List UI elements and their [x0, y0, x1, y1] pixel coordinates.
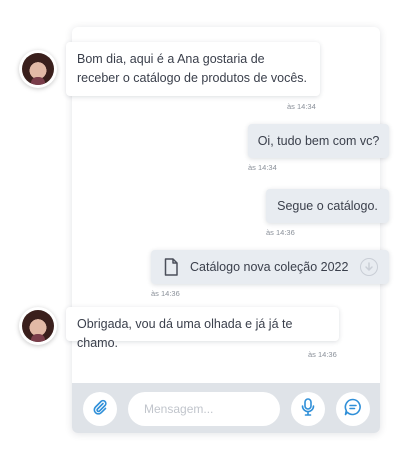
- outgoing-message: Segue o catálogo.: [266, 189, 389, 223]
- message-input[interactable]: [128, 392, 280, 426]
- file-message[interactable]: Catálogo nova coleção 2022: [151, 250, 389, 284]
- message-text: Bom dia, aqui é a Ana gostaria de recebe…: [77, 52, 308, 85]
- message-time: às 14:36: [266, 228, 295, 237]
- message-time: às 14:34: [287, 102, 316, 111]
- message-text: Oi, tudo bem com vc?: [257, 134, 380, 148]
- paperclip-icon: [92, 399, 108, 420]
- microphone-button[interactable]: [291, 392, 325, 426]
- attach-button[interactable]: [83, 392, 117, 426]
- download-icon[interactable]: [360, 258, 378, 276]
- incoming-message: Bom dia, aqui é a Ana gostaria de recebe…: [66, 42, 320, 96]
- outgoing-message: Oi, tudo bem com vc?: [248, 124, 389, 158]
- incoming-message: Obrigada, vou dá uma olhada e já já te c…: [66, 307, 339, 350]
- message-text: Segue o catálogo.: [277, 199, 378, 213]
- document-icon: [164, 258, 178, 282]
- message-time: às 14:36: [308, 350, 337, 359]
- message-time: às 14:34: [248, 163, 277, 172]
- microphone-icon: [301, 397, 315, 421]
- contact-avatar: [19, 307, 57, 345]
- contact-avatar: [19, 50, 57, 88]
- send-button[interactable]: [336, 392, 370, 426]
- message-time: às 14:36: [151, 289, 180, 298]
- file-name: Catálogo nova coleção 2022: [190, 260, 349, 274]
- chat-bubble-icon: [344, 398, 362, 421]
